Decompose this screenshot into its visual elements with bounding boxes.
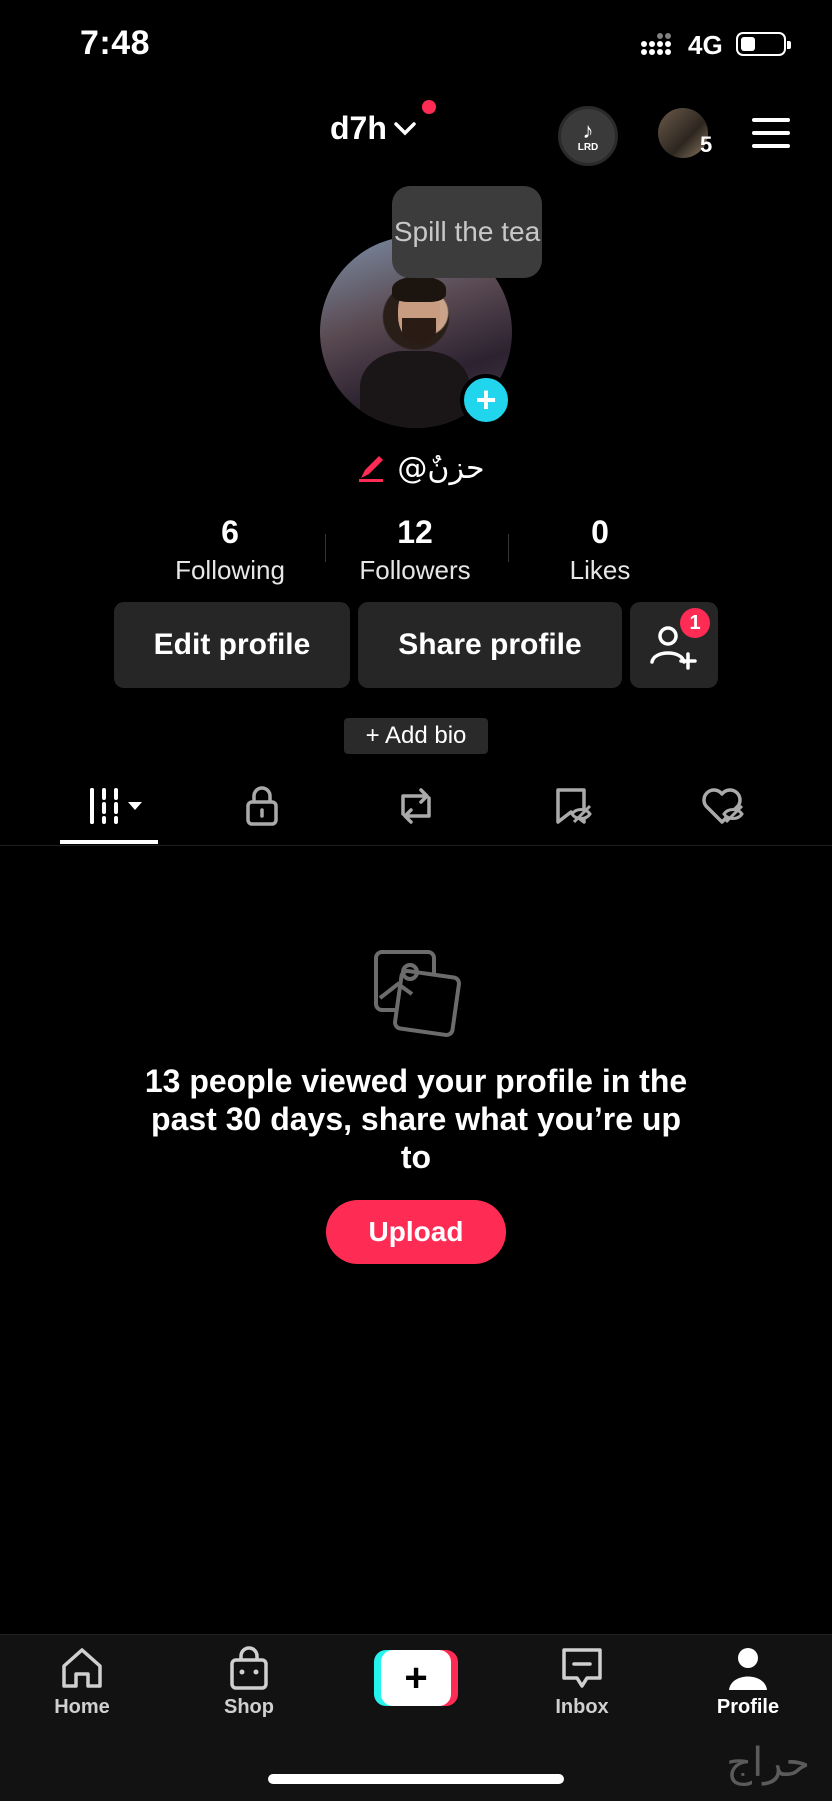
watermark: حراج bbox=[726, 1740, 810, 1786]
followers-count: 12 bbox=[397, 514, 433, 550]
profile-views-message: 13 people viewed your profile in the pas… bbox=[144, 1063, 688, 1175]
nav-profile-label: Profile bbox=[716, 1696, 780, 1718]
edit-profile-button[interactable]: Edit profile bbox=[114, 602, 350, 688]
add-bio-button[interactable]: + Add bio bbox=[344, 718, 488, 754]
lrd-badge[interactable]: ♪ LRD bbox=[558, 106, 618, 166]
photos-icon bbox=[374, 950, 461, 1037]
battery-icon bbox=[736, 32, 791, 56]
inbox-icon bbox=[562, 1648, 602, 1688]
nav-home-label: Home bbox=[54, 1696, 110, 1718]
add-story-icon[interactable]: + bbox=[460, 374, 512, 426]
nav-profile[interactable]: Profile bbox=[688, 1646, 808, 1719]
tab-videos[interactable] bbox=[70, 782, 160, 830]
active-tab-indicator bbox=[60, 840, 158, 844]
pencil-icon[interactable] bbox=[355, 452, 387, 484]
tab-favorites[interactable] bbox=[532, 782, 612, 830]
share-profile-button[interactable]: Share profile bbox=[358, 602, 622, 688]
nav-inbox-label: Inbox bbox=[555, 1696, 609, 1718]
account-switcher[interactable]: d7h bbox=[330, 110, 417, 147]
followers-label: Followers bbox=[359, 555, 471, 585]
tiktok-icon: ♪ bbox=[582, 117, 594, 143]
videos-icon bbox=[90, 788, 142, 824]
profile-icon bbox=[729, 1648, 767, 1690]
favorites-icon bbox=[556, 788, 592, 824]
likes-count: 0 bbox=[591, 514, 609, 550]
home-indicator[interactable] bbox=[268, 1774, 564, 1784]
friend-request-badge: 1 bbox=[680, 608, 710, 638]
accounts-count: 5 bbox=[700, 132, 713, 157]
stat-following[interactable]: 6 Following bbox=[140, 514, 320, 586]
tab-private[interactable] bbox=[222, 782, 302, 830]
create-button[interactable]: + bbox=[374, 1650, 458, 1706]
notification-dot bbox=[422, 100, 436, 114]
menu-icon[interactable] bbox=[752, 118, 790, 148]
chevron-down-icon bbox=[394, 121, 416, 135]
nav-home[interactable]: Home bbox=[22, 1646, 142, 1719]
nav-shop-label: Shop bbox=[224, 1696, 274, 1718]
status-time: 7:48 bbox=[80, 24, 151, 62]
tab-reposts[interactable] bbox=[376, 782, 456, 830]
profile-handle: @حزنٌ bbox=[397, 450, 485, 486]
stat-divider bbox=[508, 534, 509, 562]
spill-the-tea-tooltip[interactable]: Spill the tea bbox=[392, 186, 542, 278]
following-count: 6 bbox=[221, 514, 239, 550]
repost-icon bbox=[401, 788, 431, 824]
likes-label: Likes bbox=[569, 555, 631, 585]
nav-shop[interactable]: Shop bbox=[189, 1646, 309, 1719]
lrd-label: LRD bbox=[577, 141, 599, 153]
network-label: 4G bbox=[688, 30, 723, 60]
tab-divider bbox=[0, 845, 832, 846]
home-icon bbox=[62, 1648, 102, 1688]
lock-icon bbox=[246, 786, 278, 826]
shopping-bag-icon bbox=[230, 1646, 268, 1690]
signal-icon bbox=[641, 33, 671, 55]
following-label: Following bbox=[175, 555, 285, 585]
stat-likes[interactable]: 0 Likes bbox=[510, 514, 690, 586]
upload-button[interactable]: Upload bbox=[326, 1200, 506, 1264]
tab-liked[interactable] bbox=[684, 782, 764, 830]
username-label: d7h bbox=[330, 110, 387, 146]
plus-icon: + bbox=[381, 1650, 451, 1706]
handle-row: @حزنٌ bbox=[340, 446, 500, 490]
stat-followers[interactable]: 12 Followers bbox=[325, 514, 505, 586]
nav-inbox[interactable]: Inbox bbox=[522, 1646, 642, 1719]
liked-icon bbox=[702, 788, 744, 824]
